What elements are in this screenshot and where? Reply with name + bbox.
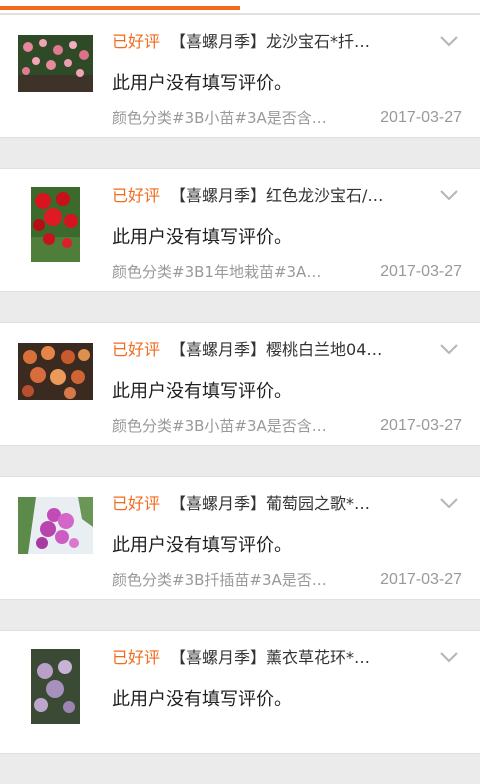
product-title[interactable]: 【喜螺月季】薰衣草花环*… [170, 648, 370, 667]
tab-indicator [0, 6, 240, 10]
review-card[interactable]: 已好评 【喜螺月季】薰衣草花环*… 此用户没有填写评价。 [0, 630, 480, 754]
review-list: 已好评 【喜螺月季】龙沙宝石*扦… 此用户没有填写评价。 颜色分类#3B小苗#3A… [0, 14, 480, 784]
product-thumbnail[interactable] [18, 35, 93, 92]
top-tab-strip [0, 0, 480, 14]
review-header: 已好评 【喜螺月季】葡萄园之歌*… [112, 492, 412, 516]
review-meta: 颜色分类#3B小苗#3A是否含… 2017-03-27 [112, 415, 462, 437]
rating-label: 已好评 [112, 186, 161, 205]
product-thumbnail[interactable] [18, 343, 93, 400]
red-rose-photo-icon [31, 187, 80, 262]
product-thumbnail[interactable] [31, 187, 80, 262]
review-comment: 此用户没有填写评价。 [112, 73, 292, 94]
rating-label: 已好评 [112, 32, 161, 51]
review-comment: 此用户没有填写评价。 [112, 381, 292, 402]
purple-rose-photo-icon [18, 497, 93, 554]
rating-label: 已好评 [112, 648, 161, 667]
rating-label: 已好评 [112, 494, 161, 513]
sku-info: 颜色分类#3B扦插苗#3A是否… [112, 571, 327, 589]
review-header: 已好评 【喜螺月季】樱桃白兰地04… [112, 338, 412, 362]
review-card[interactable]: 已好评 【喜螺月季】葡萄园之歌*… 此用户没有填写评价。 颜色分类#3B扦插苗#3… [0, 476, 480, 600]
review-date: 2017-03-27 [380, 571, 462, 588]
product-thumbnail[interactable] [31, 649, 80, 724]
review-meta: 颜色分类#3B1年地栽苗#3A… 2017-03-27 [112, 261, 462, 283]
review-header: 已好评 【喜螺月季】薰衣草花环*… [112, 646, 412, 670]
product-thumbnail[interactable] [18, 497, 93, 554]
review-meta: 颜色分类#3B小苗#3A是否含… 2017-03-27 [112, 107, 462, 129]
chevron-down-icon[interactable] [440, 189, 458, 203]
product-title[interactable]: 【喜螺月季】红色龙沙宝石/… [170, 186, 383, 205]
chevron-down-icon[interactable] [440, 35, 458, 49]
chevron-down-icon[interactable] [440, 651, 458, 665]
lavender-rose-photo-icon [31, 649, 80, 724]
sku-info: 颜色分类#3B小苗#3A是否含… [112, 417, 327, 435]
review-comment: 此用户没有填写评价。 [112, 227, 292, 248]
sku-info: 颜色分类#3B1年地栽苗#3A… [112, 263, 322, 281]
review-comment: 此用户没有填写评价。 [112, 535, 292, 556]
review-date: 2017-03-27 [380, 417, 462, 434]
review-card[interactable]: 已好评 【喜螺月季】红色龙沙宝石/… 此用户没有填写评价。 颜色分类#3B1年地栽… [0, 168, 480, 292]
sku-info: 颜色分类#3B小苗#3A是否含… [112, 109, 327, 127]
review-meta: 颜色分类#3B扦插苗#3A是否… 2017-03-27 [112, 569, 462, 591]
review-card[interactable]: 已好评 【喜螺月季】龙沙宝石*扦… 此用户没有填写评价。 颜色分类#3B小苗#3A… [0, 14, 480, 138]
product-title[interactable]: 【喜螺月季】樱桃白兰地04… [170, 340, 382, 359]
rating-label: 已好评 [112, 340, 161, 359]
review-header: 已好评 【喜螺月季】龙沙宝石*扦… [112, 30, 412, 54]
review-header: 已好评 【喜螺月季】红色龙沙宝石/… [112, 184, 412, 208]
review-date: 2017-03-27 [380, 263, 462, 280]
review-date: 2017-03-27 [380, 109, 462, 126]
review-comment: 此用户没有填写评价。 [112, 689, 292, 710]
product-title[interactable]: 【喜螺月季】葡萄园之歌*… [170, 494, 370, 513]
product-title[interactable]: 【喜螺月季】龙沙宝石*扦… [170, 32, 370, 51]
chevron-down-icon[interactable] [440, 497, 458, 511]
chevron-down-icon[interactable] [440, 343, 458, 357]
orange-rose-photo-icon [18, 343, 93, 400]
review-card[interactable]: 已好评 【喜螺月季】樱桃白兰地04… 此用户没有填写评价。 颜色分类#3B小苗#3… [0, 322, 480, 446]
pink-climbing-rose-photo-icon [18, 35, 93, 92]
